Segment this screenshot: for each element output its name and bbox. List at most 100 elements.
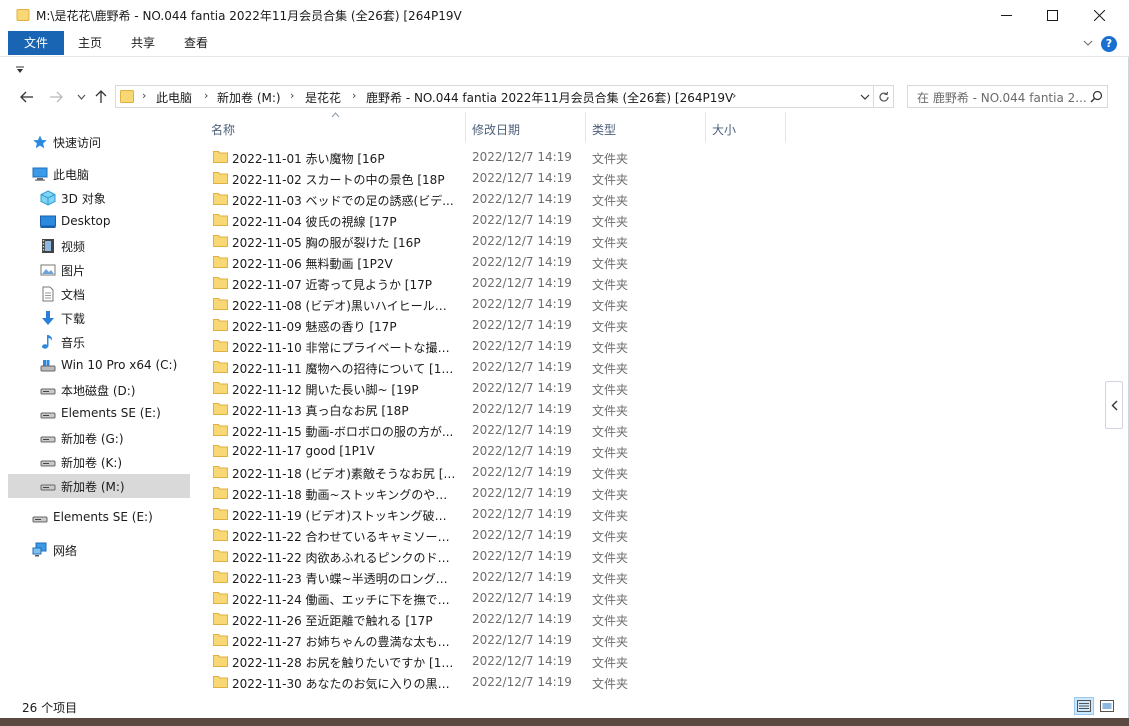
breadcrumb-current-folder[interactable]: 鹿野希 - NO.044 fantia 2022年11月会员合集 (全26套) … [366, 89, 733, 106]
table-row[interactable]: 2022-11-17 good [1P1V 2022/12/7 14:19 文件夹 [212, 441, 772, 462]
nav-item-drive-k[interactable]: 新加卷 (K:) [8, 450, 190, 474]
file-name[interactable]: 2022-11-28 お尻を触りたいですか [14P [232, 654, 456, 671]
file-name[interactable]: 2022-11-07 近寄って見ようか [17P [232, 276, 456, 293]
nav-item-downloads[interactable]: 下载 [8, 306, 190, 330]
breadcrumb-separator[interactable]: › [352, 89, 356, 102]
breadcrumb-separator[interactable]: › [204, 89, 208, 102]
back-button[interactable] [18, 88, 36, 106]
nav-item-elements-se[interactable]: Elements SE (E:) [8, 506, 190, 530]
up-button[interactable] [92, 88, 110, 106]
forward-button[interactable] [47, 88, 65, 106]
table-row[interactable]: 2022-11-24 働画、エッチに下を撫でる... 2022/12/7 14:1… [212, 588, 772, 609]
tab-home[interactable]: 主页 [68, 31, 112, 55]
file-name[interactable]: 2022-11-03 ベッドでの足の誘惑(ビデ... [232, 192, 456, 209]
address-dropdown-icon[interactable] [860, 94, 870, 100]
nav-item-music[interactable]: 音乐 [8, 330, 190, 354]
breadcrumb-this-pc[interactable]: 此电脑 [156, 89, 192, 106]
table-row[interactable]: 2022-11-09 魅惑の香り [17P 2022/12/7 14:19 文件夹 [212, 315, 772, 336]
file-name[interactable]: 2022-11-17 good [1P1V [232, 444, 456, 458]
nav-item-documents[interactable]: 文档 [8, 282, 190, 306]
file-name[interactable]: 2022-11-04 彼氏の視線 [17P [232, 213, 456, 230]
address-bar[interactable]: › 此电脑 › 新加卷 (M:) › 是花花 › 鹿野希 - NO.044 fa… [115, 85, 894, 108]
refresh-button[interactable] [873, 86, 893, 107]
file-name[interactable]: 2022-11-27 お姉ちゃんの豊満な太もも... [232, 633, 456, 650]
table-row[interactable]: 2022-11-26 至近距離で触れる [17P 2022/12/7 14:19 文… [212, 609, 772, 630]
table-row[interactable]: 2022-11-12 開いた長い脚~ [19P 2022/12/7 14:19 文件… [212, 378, 772, 399]
file-name[interactable]: 2022-11-11 魔物への招待について [17P [232, 360, 456, 377]
search-input[interactable]: 在 鹿野希 - NO.044 fantia 2... [917, 89, 1089, 106]
table-row[interactable]: 2022-11-04 彼氏の視線 [17P 2022/12/7 14:19 文件夹 [212, 210, 772, 231]
breadcrumb-folder-parent[interactable]: 是花花 [305, 89, 341, 106]
table-row[interactable]: 2022-11-30 あなたのお気に入りの黒ス... 2022/12/7 14:1… [212, 672, 772, 693]
file-name[interactable]: 2022-11-24 働画、エッチに下を撫でる... [232, 591, 456, 608]
nav-item-videos[interactable]: 视频 [8, 234, 190, 258]
nav-item-desktop[interactable]: Desktop [8, 210, 190, 234]
table-row[interactable]: 2022-11-06 無料動画 [1P2V 2022/12/7 14:19 文件夹 [212, 252, 772, 273]
help-icon[interactable]: ? [1101, 36, 1117, 52]
nav-item-this-pc[interactable]: 此电脑 [8, 162, 190, 186]
maximize-button[interactable] [1029, 0, 1075, 30]
close-button[interactable] [1076, 0, 1122, 30]
file-name[interactable]: 2022-11-15 動画-ボロボロの服の方が... [232, 423, 456, 440]
file-name[interactable]: 2022-11-02 スカートの中の景色 [18P [232, 171, 456, 188]
details-view-button[interactable] [1074, 697, 1094, 715]
file-name[interactable]: 2022-11-08 (ビデオ)黒いハイヒールと... [232, 297, 456, 314]
column-header-type[interactable]: 类型 [586, 112, 706, 142]
table-row[interactable]: 2022-11-13 真っ白なお尻 [18P 2022/12/7 14:19 文件夹 [212, 399, 772, 420]
details-pane-toggle[interactable] [1105, 381, 1123, 429]
file-name[interactable]: 2022-11-22 合わせているキャミソール... [232, 528, 456, 545]
table-row[interactable]: 2022-11-23 青い蝶~半透明のロングド... 2022/12/7 14:1… [212, 567, 772, 588]
file-name[interactable]: 2022-11-19 (ビデオ)ストッキング破ろ... [232, 507, 456, 524]
file-name[interactable]: 2022-11-18 動画~ストッキングのやり... [232, 486, 456, 503]
file-name[interactable]: 2022-11-26 至近距離で触れる [17P [232, 612, 456, 629]
table-row[interactable]: 2022-11-08 (ビデオ)黒いハイヒールと... 2022/12/7 14:… [212, 294, 772, 315]
file-name[interactable]: 2022-11-23 青い蝶~半透明のロングド... [232, 570, 456, 587]
nav-item-pictures[interactable]: 图片 [8, 258, 190, 282]
breadcrumb-drive-m[interactable]: 新加卷 (M:) [217, 89, 281, 106]
file-name[interactable]: 2022-11-22 肉欲あふれるピンクのドレ... [232, 549, 456, 566]
table-row[interactable]: 2022-11-10 非常にプライベートな撮影... 2022/12/7 14:1… [212, 336, 772, 357]
table-row[interactable]: 2022-11-22 肉欲あふれるピンクのドレ... 2022/12/7 14:1… [212, 546, 772, 567]
file-name[interactable]: 2022-11-05 胸の服が裂けた [16P [232, 234, 456, 251]
table-row[interactable]: 2022-11-03 ベッドでの足の誘惑(ビデ... 2022/12/7 14:1… [212, 189, 772, 210]
search-box[interactable]: 在 鹿野希 - NO.044 fantia 2... [907, 85, 1108, 108]
file-name[interactable]: 2022-11-18 (ビデオ)素敵そうなお尻 [1... [232, 465, 456, 482]
table-row[interactable]: 2022-11-18 (ビデオ)素敵そうなお尻 [1... 2022/12/7 1… [212, 462, 772, 483]
nav-item-network[interactable]: 网络 [8, 538, 190, 562]
file-name[interactable]: 2022-11-13 真っ白なお尻 [18P [232, 402, 456, 419]
table-row[interactable]: 2022-11-19 (ビデオ)ストッキング破ろ... 2022/12/7 14:… [212, 504, 772, 525]
table-row[interactable]: 2022-11-28 お尻を触りたいですか [14P 2022/12/7 14:1… [212, 651, 772, 672]
file-name[interactable]: 2022-11-01 赤い魔物 [16P [232, 150, 456, 167]
nav-item-quick-access[interactable]: 快速访问 [8, 130, 190, 154]
table-row[interactable]: 2022-11-18 動画~ストッキングのやり... 2022/12/7 14:1… [212, 483, 772, 504]
customize-toolbar-icon[interactable] [15, 65, 25, 75]
table-row[interactable]: 2022-11-05 胸の服が裂けた [16P 2022/12/7 14:19 文件… [212, 231, 772, 252]
table-row[interactable]: 2022-11-15 動画-ボロボロの服の方が... 2022/12/7 14:1… [212, 420, 772, 441]
file-name[interactable]: 2022-11-09 魅惑の香り [17P [232, 318, 456, 335]
file-name[interactable]: 2022-11-12 開いた長い脚~ [19P [232, 381, 456, 398]
nav-item-drive-g[interactable]: 新加卷 (G:) [8, 426, 190, 450]
table-row[interactable]: 2022-11-02 スカートの中の景色 [18P 2022/12/7 14:19… [212, 168, 772, 189]
nav-item-drive-c[interactable]: Win 10 Pro x64 (C:) [8, 354, 190, 378]
breadcrumb-separator[interactable]: › [290, 89, 294, 102]
file-name[interactable]: 2022-11-06 無料動画 [1P2V [232, 255, 456, 272]
table-row[interactable]: 2022-11-01 赤い魔物 [16P 2022/12/7 14:19 文件夹 [212, 147, 772, 168]
nav-item-3d-objects[interactable]: 3D 对象 [8, 186, 190, 210]
minimize-button[interactable] [983, 0, 1029, 30]
table-row[interactable]: 2022-11-07 近寄って見ようか [17P 2022/12/7 14:19 文… [212, 273, 772, 294]
tab-file[interactable]: 文件 [8, 31, 64, 55]
file-name[interactable]: 2022-11-30 あなたのお気に入りの黒ス... [232, 675, 456, 692]
nav-item-drive-e[interactable]: Elements SE (E:) [8, 402, 190, 426]
recent-locations-button[interactable] [72, 88, 90, 106]
tab-view[interactable]: 查看 [174, 31, 218, 55]
table-row[interactable]: 2022-11-11 魔物への招待について [17P 2022/12/7 14:1… [212, 357, 772, 378]
column-divider[interactable] [785, 112, 786, 142]
search-icon[interactable] [1090, 90, 1103, 103]
nav-item-drive-d[interactable]: 本地磁盘 (D:) [8, 378, 190, 402]
expand-ribbon-chevron-icon[interactable] [1081, 36, 1095, 50]
nav-item-drive-m[interactable]: 新加卷 (M:) [8, 474, 190, 498]
title-bar[interactable]: M:\是花花\鹿野希 - NO.044 fantia 2022年11月会员合集 … [0, 0, 1129, 30]
tab-share[interactable]: 共享 [121, 31, 165, 55]
column-header-date[interactable]: 修改日期 [466, 112, 586, 142]
table-row[interactable]: 2022-11-27 お姉ちゃんの豊満な太もも... 2022/12/7 14:1… [212, 630, 772, 651]
